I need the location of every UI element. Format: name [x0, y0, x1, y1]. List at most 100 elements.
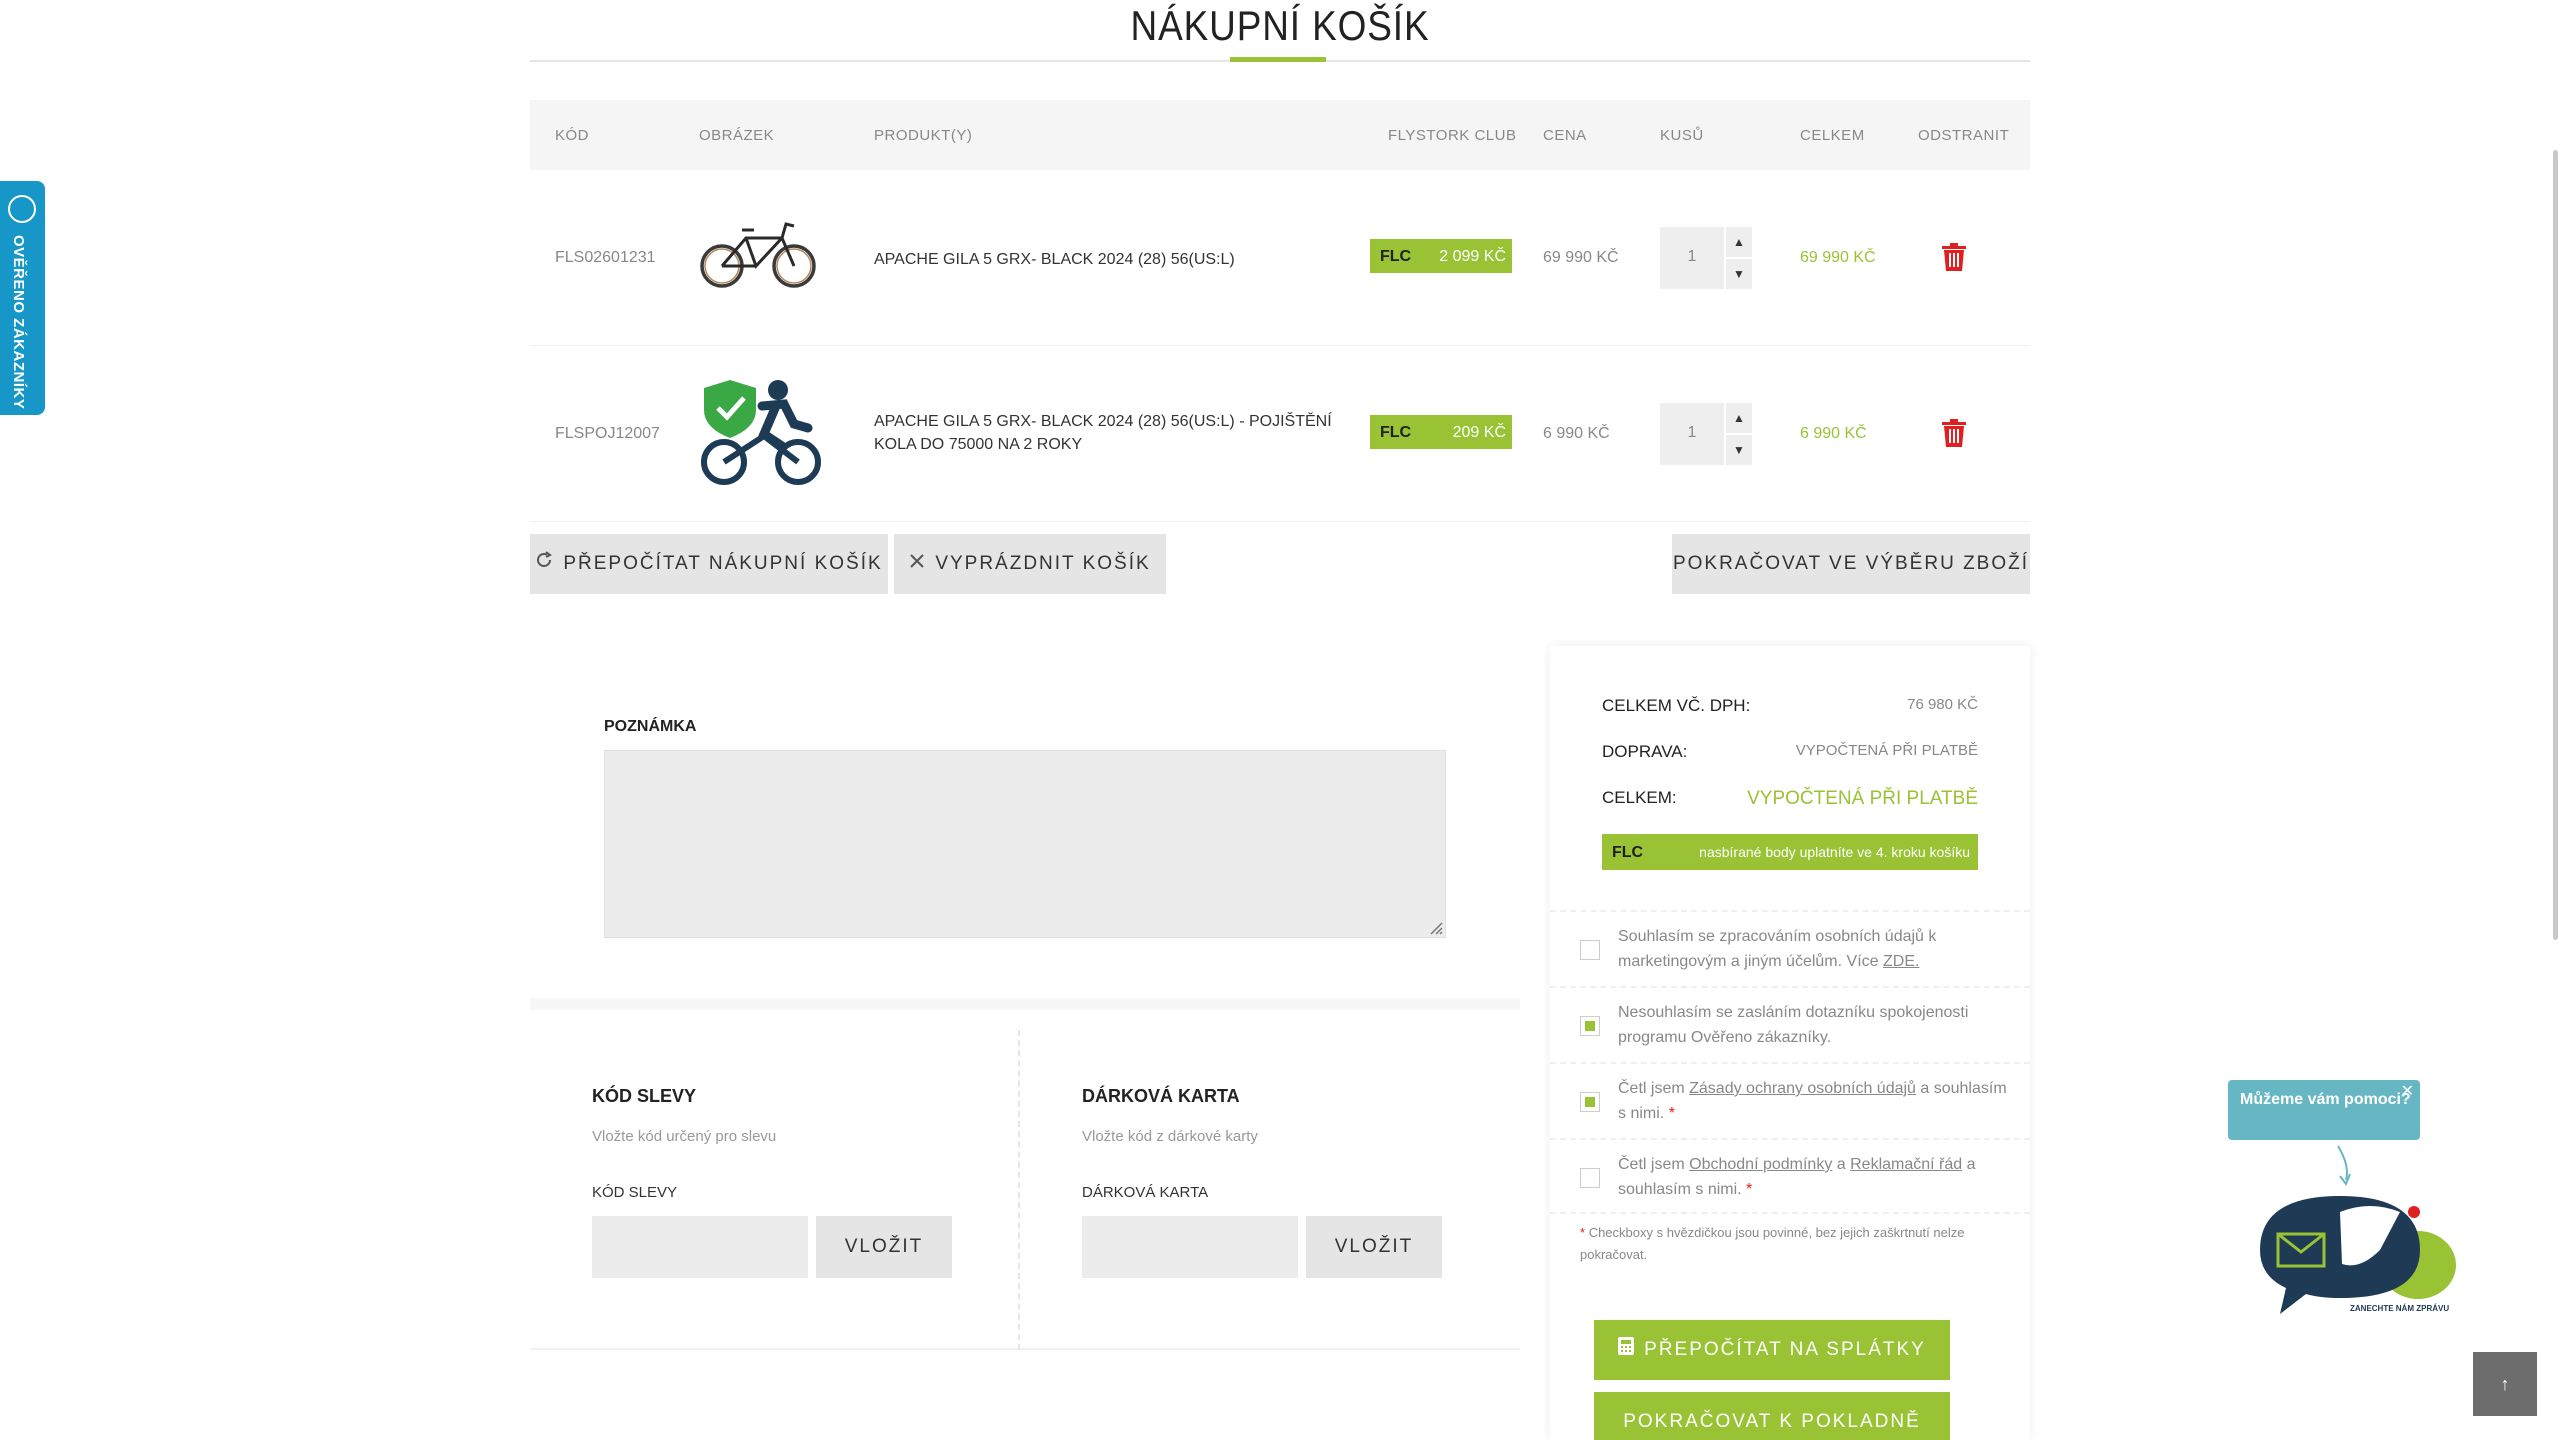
flc-badge: FLC 2 099 KČ	[1370, 239, 1512, 273]
consent-marketing-text: Souhlasím se zpracováním osobních údajů …	[1618, 924, 2008, 974]
flc-bar-label: FLC	[1612, 844, 1644, 861]
footnote-star: *	[1580, 1225, 1586, 1240]
checkout-button[interactable]: POKRAČOVAT K POKLADNĚ	[1594, 1392, 1950, 1440]
consent-survey-checkbox[interactable]	[1580, 1016, 1600, 1036]
unit-price: 69 990 KČ	[1543, 249, 1619, 266]
col-total: CELKEM	[1800, 127, 1865, 144]
complaints-link[interactable]: Reklamační řád	[1850, 1156, 1962, 1173]
insurance-cyclist-image[interactable]	[698, 376, 828, 492]
product-name[interactable]: APACHE GILA 5 GRX- BLACK 2024 (28) 56(US…	[874, 248, 1344, 271]
bicycle-image[interactable]	[698, 214, 818, 294]
terms-link[interactable]: Obchodní podmínky	[1689, 1156, 1832, 1173]
help-bubble[interactable]: Můžeme vám pomoci? ✕	[2228, 1080, 2420, 1140]
apply-gift-button[interactable]: VLOŽIT	[1306, 1216, 1442, 1278]
cart-table-header: KÓD OBRÁZEK PRODUKT(Y) FLYSTORK CLUB CEN…	[530, 100, 2030, 170]
flc-points: 2 099 KČ	[1439, 248, 1506, 265]
calculator-icon	[1618, 1320, 1635, 1380]
installments-label: PŘEPOČÍTAT NA SPLÁTKY	[1644, 1339, 1926, 1361]
total-label: CELKEM:	[1602, 788, 1677, 807]
empty-cart-button[interactable]: VYPRÁZDNIT KOŠÍK	[894, 534, 1166, 594]
verified-customers-widget[interactable]: OVĚŘENO ZÁKAZNÍKY	[0, 181, 45, 415]
heureka-logo-icon	[8, 195, 36, 223]
consent-survey: Nesouhlasím se zasláním dotazníku spokoj…	[1550, 986, 2030, 1062]
consent-text: Četl jsem	[1618, 1080, 1690, 1097]
gift-field-label: DÁRKOVÁ KARTA	[1082, 1184, 1209, 1201]
product-name[interactable]: APACHE GILA 5 GRX- BLACK 2024 (28) 56(US…	[874, 410, 1344, 456]
discount-field-label: KÓD SLEVY	[592, 1184, 678, 1201]
quantity-value: 1	[1687, 248, 1697, 265]
qty-down-arrow-icon[interactable]: ▼	[1726, 435, 1752, 465]
consent-terms-text: Četl jsem Obchodní podmínky a Reklamační…	[1618, 1152, 2008, 1202]
help-chat-launcher[interactable]: ZANECHTE NÁM ZPRÁVU	[2250, 1140, 2460, 1330]
quantity-input[interactable]: 1	[1660, 227, 1724, 289]
note-textarea[interactable]	[604, 750, 1446, 938]
qty-up-arrow-icon[interactable]: ▲	[1726, 227, 1752, 257]
discount-subtitle: Vložte kód určený pro slevu	[592, 1128, 777, 1145]
flc-label: FLC	[1380, 248, 1412, 265]
note-label: POZNÁMKA	[604, 718, 697, 735]
help-badge-text: ZANECHTE NÁM ZPRÁVU	[2350, 1304, 2450, 1313]
consent-terms: Četl jsem Obchodní podmínky a Reklamační…	[1550, 1138, 2030, 1214]
recalculate-cart-label: PŘEPOČÍTAT NÁKUPNÍ KOŠÍK	[563, 553, 883, 575]
installments-button[interactable]: PŘEPOČÍTAT NA SPLÁTKY	[1594, 1320, 1950, 1380]
privacy-policy-link[interactable]: Zásady ochrany osobních údajů	[1689, 1080, 1916, 1097]
promo-divider	[1018, 1030, 1020, 1350]
flc-info-bar: FLC nasbírané body uplatníte ve 4. kroku…	[1602, 834, 1978, 870]
quantity-stepper: ▲ ▼	[1726, 403, 1752, 465]
resize-handle-icon[interactable]	[1427, 919, 1443, 935]
gift-title: DÁRKOVÁ KARTA	[1082, 1086, 1240, 1106]
flc-points: 209 KČ	[1452, 424, 1506, 441]
qty-down-arrow-icon[interactable]: ▼	[1726, 259, 1752, 289]
total-value: VYPOČTENÁ PŘI PLATBĚ	[1747, 788, 1978, 809]
cart-row: FLS02601231 APACHE GILA 5 GRX- BLACK 202…	[530, 170, 2030, 346]
required-marker: *	[1668, 1105, 1675, 1122]
required-marker: *	[1746, 1181, 1753, 1198]
verified-customers-label: OVĚŘENO ZÁKAZNÍKY	[10, 235, 27, 410]
apply-discount-button[interactable]: VLOŽIT	[816, 1216, 952, 1278]
consent-survey-text: Nesouhlasím se zasláním dotazníku spokoj…	[1618, 1004, 1969, 1046]
quantity-value: 1	[1687, 424, 1697, 441]
quantity-input[interactable]: 1	[1660, 403, 1724, 465]
discount-title: KÓD SLEVY	[592, 1086, 697, 1106]
consent-terms-checkbox[interactable]	[1580, 1168, 1600, 1188]
empty-cart-label: VYPRÁZDNIT KOŠÍK	[935, 553, 1151, 575]
qty-up-arrow-icon[interactable]: ▲	[1726, 403, 1752, 433]
order-summary: CELKEM VČ. DPH: 76 980 KČ DOPRAVA: VYPOČ…	[1550, 646, 2030, 1440]
shipping-value: VYPOČTENÁ PŘI PLATBĚ	[1795, 742, 1978, 759]
consent-marketing: Souhlasím se zpracováním osobních údajů …	[1550, 910, 2030, 986]
consent-marketing-checkbox[interactable]	[1580, 940, 1600, 960]
help-bubble-text: Můžeme vám pomoci?	[2240, 1091, 2411, 1108]
cart-table: KÓD OBRÁZEK PRODUKT(Y) FLYSTORK CLUB CEN…	[530, 100, 2030, 522]
trash-icon[interactable]	[1941, 243, 1967, 271]
consent-privacy: Četl jsem Zásady ochrany osobních údajů …	[1550, 1062, 2030, 1138]
gift-card-input[interactable]	[1082, 1216, 1298, 1278]
page-scrollbar[interactable]	[2553, 150, 2558, 940]
discount-code-input[interactable]	[592, 1216, 808, 1278]
col-qty: KUSŮ	[1660, 127, 1704, 144]
page-title: NÁKUPNÍ KOŠÍK	[1130, 2, 1430, 49]
col-remove: ODSTRANIT	[1918, 127, 2010, 144]
consent-privacy-checkbox[interactable]	[1580, 1092, 1600, 1112]
shipping-label: DOPRAVA:	[1602, 742, 1688, 761]
product-code: FLS02601231	[555, 249, 656, 266]
total-vat-label: CELKEM VČ. DPH:	[1602, 696, 1751, 715]
col-code: KÓD	[555, 127, 590, 144]
scroll-to-top-button[interactable]: ↑	[2473, 1352, 2537, 1416]
continue-shopping-button[interactable]: POKRAČOVAT VE VÝBĚRU ZBOŽÍ	[1672, 534, 2030, 594]
quantity-stepper: ▲ ▼	[1726, 227, 1752, 289]
col-image: OBRÁZEK	[699, 127, 775, 144]
recalculate-cart-button[interactable]: PŘEPOČÍTAT NÁKUPNÍ KOŠÍK	[530, 534, 888, 594]
title-underline	[1230, 57, 1326, 62]
promo-section: KÓD SLEVY Vložte kód určený pro slevu KÓ…	[530, 998, 1520, 1350]
col-product: PRODUKT(Y)	[874, 127, 973, 144]
trash-icon[interactable]	[1941, 419, 1967, 447]
row-total: 69 990 KČ	[1800, 249, 1876, 266]
consent-more-link[interactable]: ZDE.	[1883, 953, 1919, 970]
row-total: 6 990 KČ	[1800, 425, 1867, 442]
refresh-icon	[535, 534, 553, 594]
consent-text: Četl jsem	[1618, 1156, 1690, 1173]
help-close-icon[interactable]: ✕	[2401, 1081, 2414, 1101]
col-club: FLYSTORK CLUB	[1388, 127, 1517, 144]
required-footnote: * Checkboxy s hvězdičkou jsou povinné, b…	[1580, 1222, 2010, 1266]
flc-badge: FLC 209 KČ	[1370, 415, 1512, 449]
